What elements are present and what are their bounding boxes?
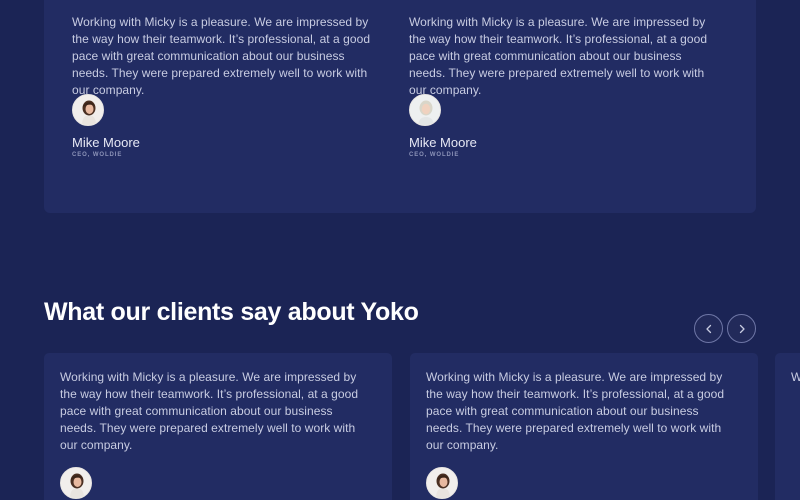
avatar [409, 94, 441, 126]
carousel-next-button[interactable] [727, 314, 756, 343]
avatar [60, 467, 92, 499]
testimonial-quote: Working with Micky is a pleasure. We are… [409, 15, 708, 97]
testimonial-author-role: CEO, WOLDIE [409, 152, 460, 158]
testimonial-author-name: Mike Moore [72, 135, 140, 150]
testimonial-author-name: Mike Moore [409, 135, 477, 150]
testimonials-page: Working with Micky is a pleasure. We are… [0, 0, 800, 500]
testimonial-card: Working with Micky is a pleasure. We are… [72, 14, 372, 158]
testimonial-quote: Working with Micky is a pleasure. We are… [426, 370, 725, 452]
heading-highlight-text: our clients [110, 298, 234, 326]
heading-highlight: our clients [110, 298, 234, 327]
avatar [426, 467, 458, 499]
carousel-testimonial-card: Working with Micky is a pleasure. We are… [44, 353, 392, 500]
section-heading: What our clients say about Yoko [44, 298, 419, 327]
testimonial-quote: Working with Micky is a pleasure. We are… [60, 370, 359, 452]
heading-suffix: say about Yoko [233, 298, 419, 326]
carousel-testimonial-card: Working with Micky is a pleasure. We are… [410, 353, 758, 500]
testimonial-quote: Working with Micky is a pleasure. We are… [72, 15, 371, 97]
heading-prefix: What [44, 298, 111, 326]
top-testimonial-panel: Working with Micky is a pleasure. We are… [44, 0, 756, 213]
testimonial-quote: W ... ... ... [791, 370, 800, 384]
testimonial-card: Working with Micky is a pleasure. We are… [409, 14, 709, 158]
testimonial-author-role: CEO, WOLDIE [72, 152, 123, 158]
avatar [72, 94, 104, 126]
chevron-left-icon [705, 324, 711, 333]
chevron-right-icon [739, 324, 745, 333]
carousel-prev-button[interactable] [694, 314, 723, 343]
carousel-testimonial-card-partial: W ... ... ... [775, 353, 800, 500]
